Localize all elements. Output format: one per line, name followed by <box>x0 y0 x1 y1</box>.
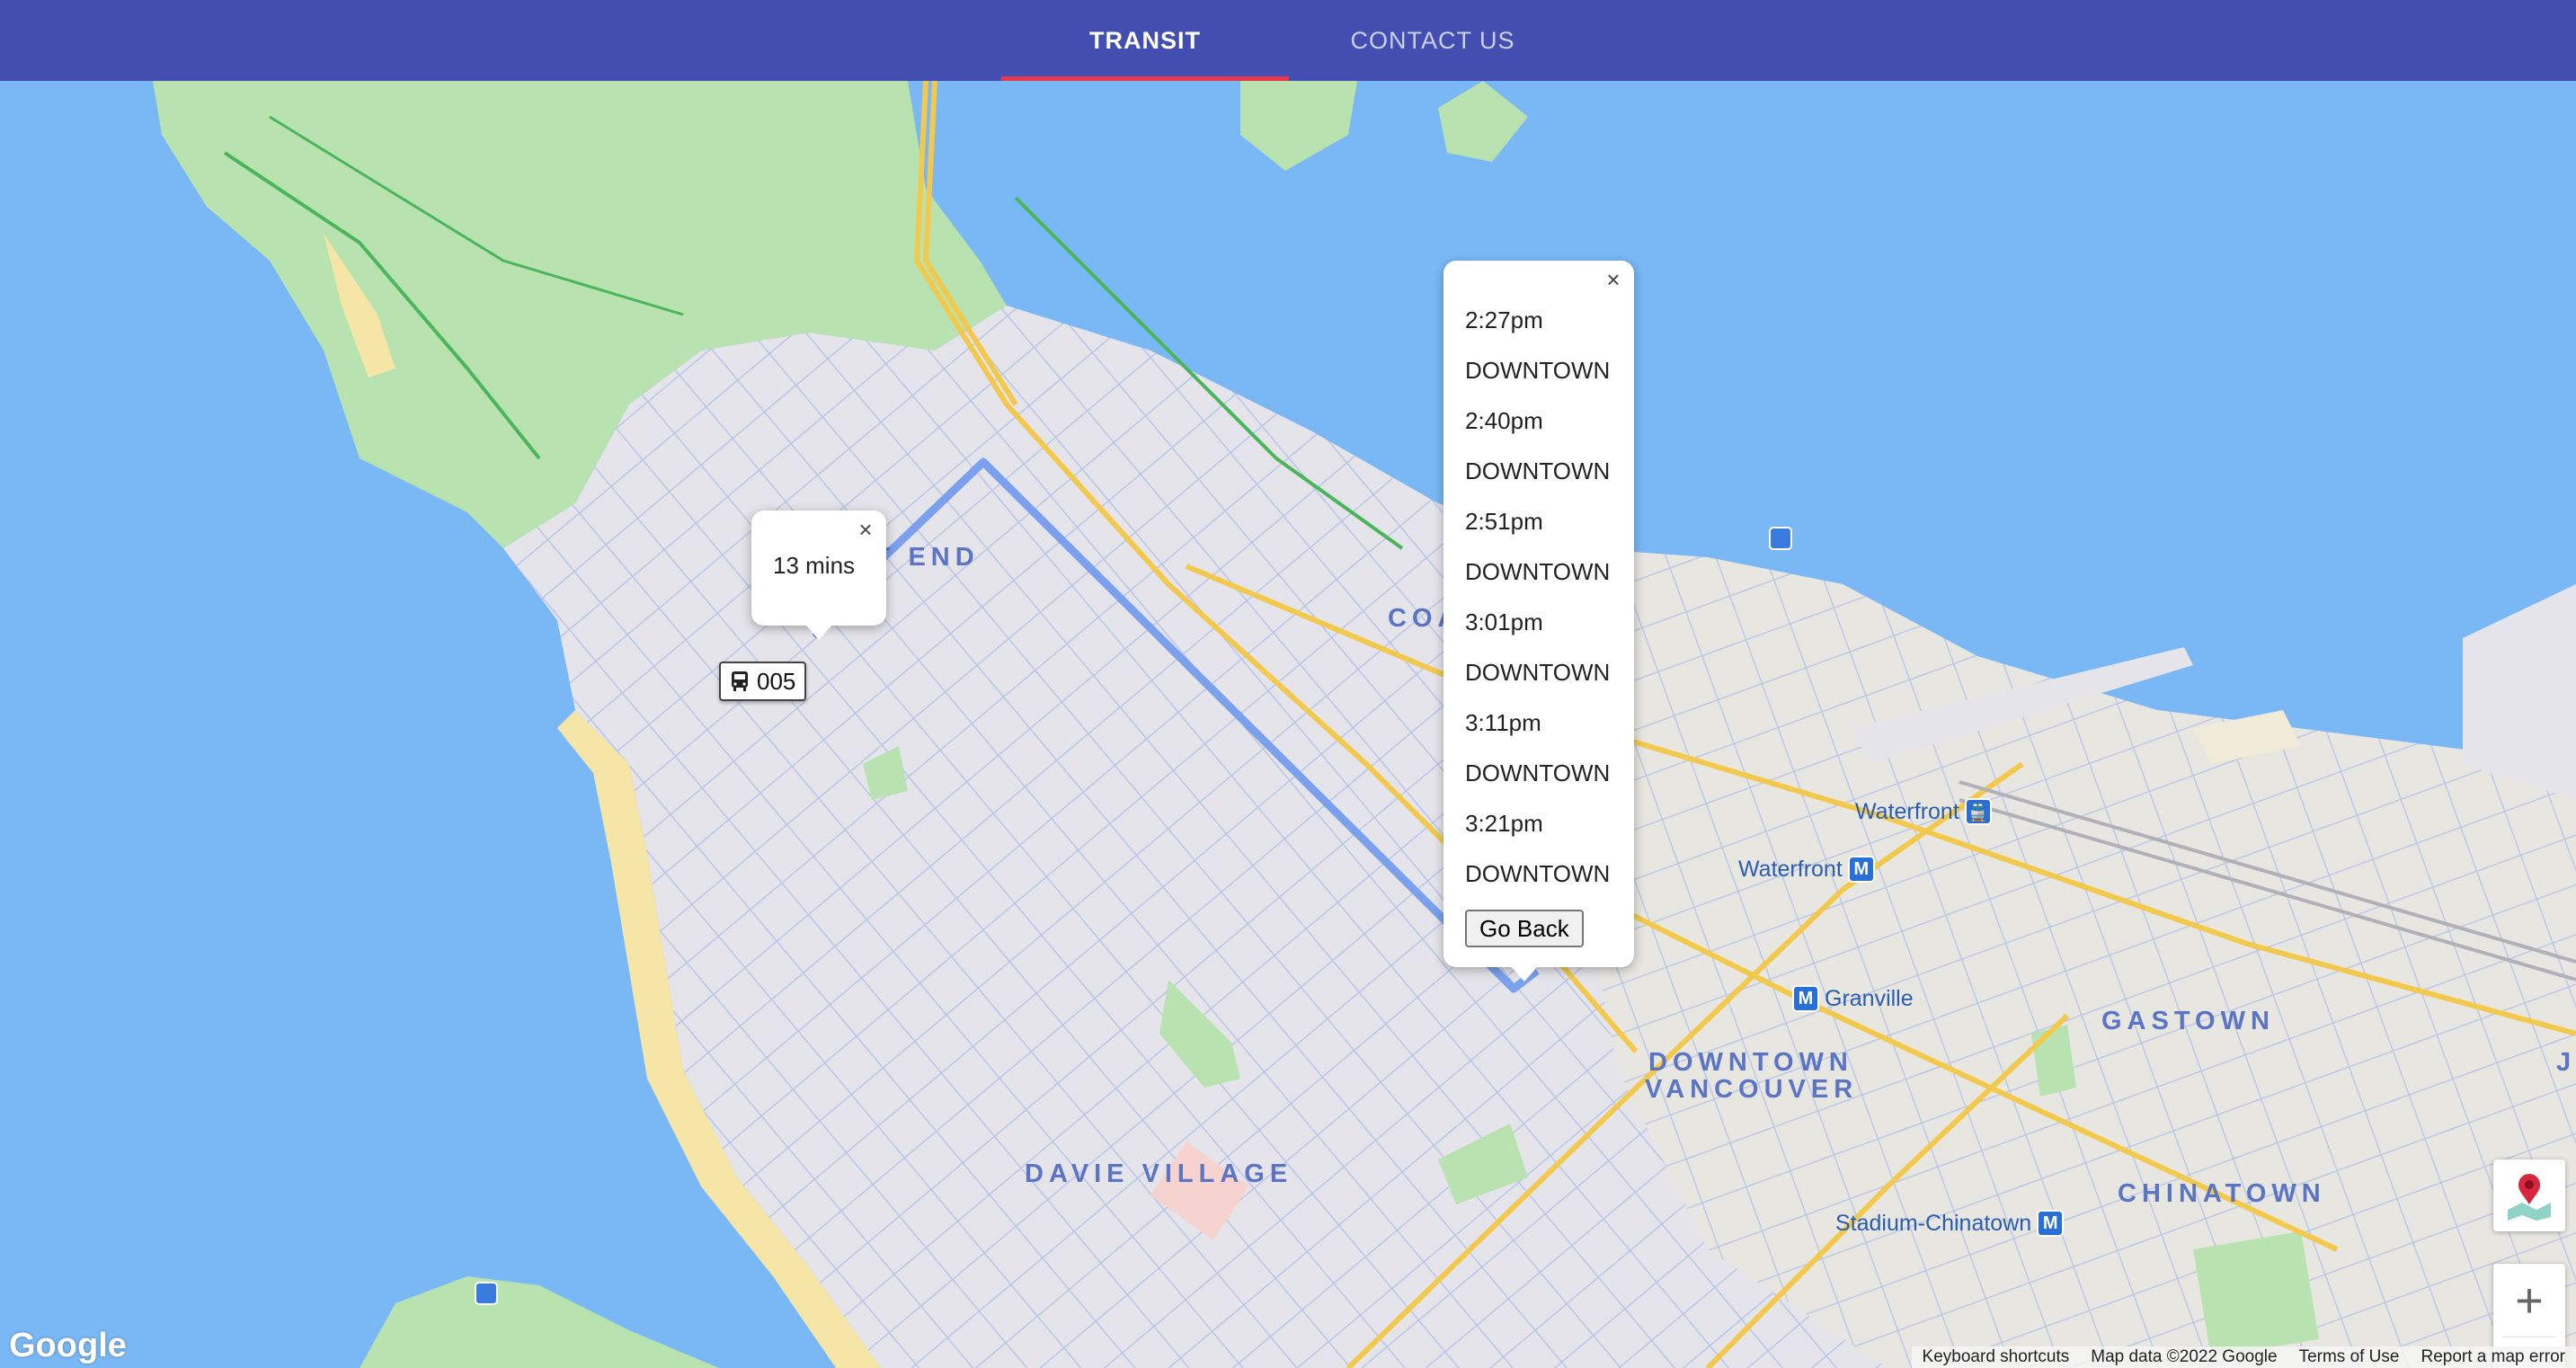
area-label-vancouver: VANCOUVER <box>1645 1075 1859 1104</box>
schedule-destination: DOWNTOWN <box>1465 457 1611 484</box>
street-view-button[interactable] <box>2493 1159 2565 1231</box>
station-name: Waterfront <box>1855 798 1959 824</box>
schedule-time: 2:51pm <box>1465 507 1543 535</box>
schedule-destination: DOWNTOWN <box>1465 759 1611 786</box>
train-icon: 🚆 <box>1964 798 1992 825</box>
area-label-davie-village: DAVIE VILLAGE <box>1025 1159 1293 1188</box>
station-name: Stadium-Chinatown <box>1835 1210 2032 1236</box>
google-logo: Google <box>9 1327 127 1364</box>
station-name: Waterfront <box>1738 856 1843 882</box>
bus-icon <box>732 671 748 691</box>
tab-transit[interactable]: TRANSIT <box>1001 0 1289 81</box>
eta-popup: × 13 mins <box>751 511 886 640</box>
area-label-downtown: DOWNTOWN <box>1648 1048 1853 1077</box>
area-label-edge: J <box>2556 1048 2576 1077</box>
top-nav: TRANSIT CONTACT US <box>0 0 2576 81</box>
schedule-destination: DOWNTOWN <box>1465 356 1611 384</box>
popup-tail <box>804 624 833 640</box>
schedule-destination: DOWNTOWN <box>1465 859 1611 887</box>
route-number: 005 <box>757 667 796 695</box>
metro-icon: M <box>1847 856 1875 883</box>
bus-route-tag[interactable]: 005 <box>719 662 807 701</box>
schedule-popup: × 2:27pm DOWNTOWN 2:40pm DOWNTOWN 2:51pm… <box>1443 261 1634 982</box>
station-waterfront-train[interactable]: Waterfront 🚆 <box>1855 798 1992 825</box>
schedule-destination: DOWNTOWN <box>1465 658 1611 686</box>
schedule-time: 3:11pm <box>1465 708 1541 736</box>
close-icon[interactable]: × <box>854 518 877 541</box>
schedule-list: 2:27pm DOWNTOWN 2:40pm DOWNTOWN 2:51pm D… <box>1465 295 1610 899</box>
close-icon[interactable]: × <box>1602 268 1625 291</box>
station-name: Granville <box>1825 985 1914 1011</box>
map-attribution: Keyboard shortcuts Map data ©2022 Google… <box>1911 1346 2576 1368</box>
schedule-time: 2:27pm <box>1465 306 1543 333</box>
station-stadium-chinatown[interactable]: Stadium-Chinatown M <box>1835 1210 2065 1237</box>
terms-link[interactable]: Terms of Use <box>2288 1347 2411 1367</box>
area-label-chinatown: CHINATOWN <box>2118 1179 2326 1208</box>
popup-tail <box>1510 965 1539 982</box>
eta-text: 13 mins <box>773 552 856 579</box>
station-waterfront-metro[interactable]: Waterfront M <box>1738 856 1875 883</box>
go-back-button[interactable]: Go Back <box>1465 910 1584 947</box>
metro-icon: M <box>1792 985 1819 1012</box>
report-error-link[interactable]: Report a map error <box>2410 1347 2576 1367</box>
station-granville[interactable]: M Granville <box>1792 985 1914 1012</box>
schedule-time: 3:01pm <box>1465 608 1543 635</box>
area-label-gastown: GASTOWN <box>2101 1007 2275 1035</box>
ferry-icon[interactable] <box>475 1282 498 1305</box>
ferry-icon[interactable] <box>1769 527 1792 550</box>
schedule-time: 3:21pm <box>1465 809 1543 837</box>
schedule-time: 2:40pm <box>1465 406 1543 434</box>
keyboard-shortcuts-link[interactable]: Keyboard shortcuts <box>1912 1347 2081 1367</box>
zoom-in-button[interactable]: + <box>2493 1264 2565 1337</box>
metro-icon: M <box>2037 1210 2065 1237</box>
schedule-destination: DOWNTOWN <box>1465 557 1611 585</box>
map-pin-icon <box>2508 1174 2551 1221</box>
tab-contact-us[interactable]: CONTACT US <box>1289 0 1577 81</box>
map-canvas[interactable]: EST END COA UR DOWNTOWN VANCOUVER GASTOW… <box>0 81 2576 1368</box>
map-data-text: Map data ©2022 Google <box>2091 1347 2278 1366</box>
